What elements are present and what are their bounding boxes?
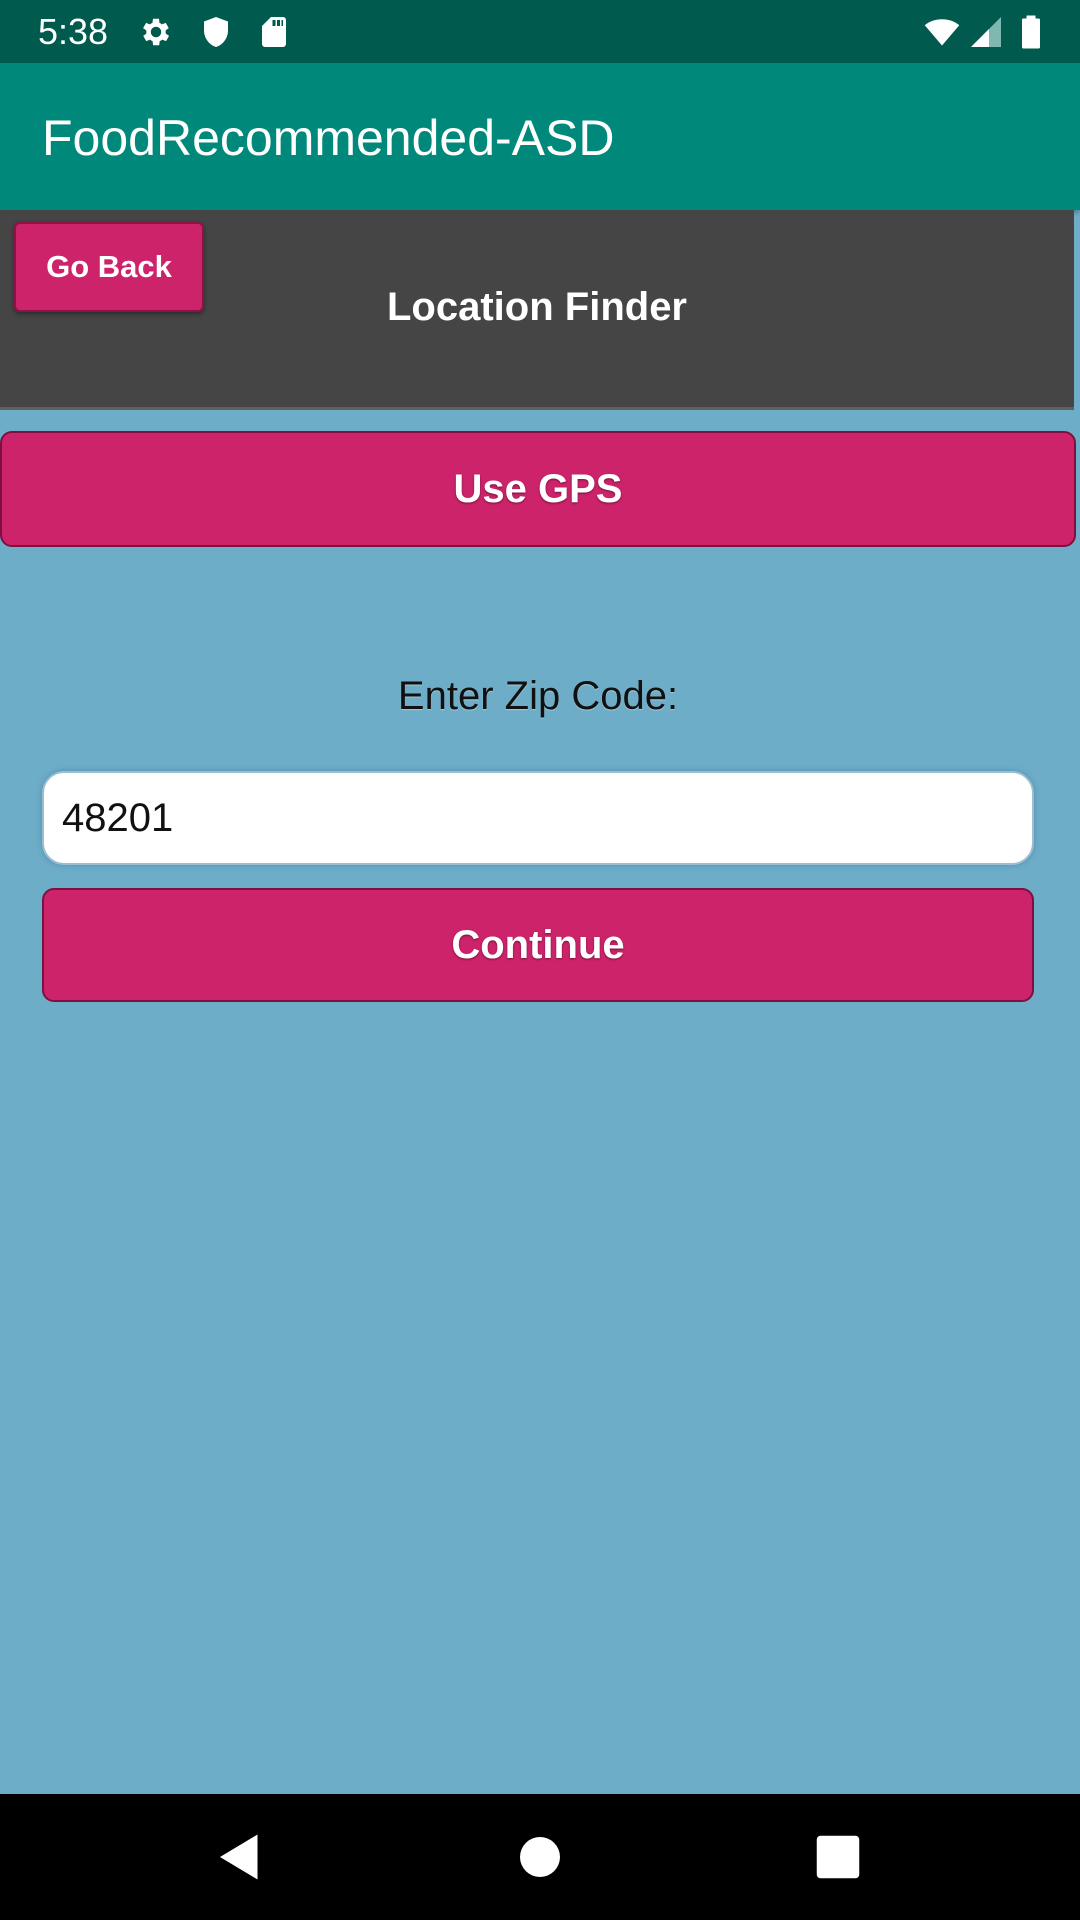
- home-icon[interactable]: [510, 1827, 570, 1887]
- zip-code-value: 48201: [62, 795, 174, 840]
- zip-code-label: Enter Zip Code:: [397, 674, 679, 718]
- status-bar: 5:38: [0, 0, 1080, 63]
- navigation-bar: [0, 1794, 1080, 1920]
- back-icon[interactable]: [210, 1827, 270, 1887]
- screen: 5:38 FoodRecommended-ASD Location Finder…: [0, 0, 1080, 1920]
- app-bar: FoodRecommended-ASD: [0, 63, 1080, 210]
- go-back-button[interactable]: Go Back: [14, 222, 204, 312]
- zip-code-input[interactable]: 48201: [42, 771, 1034, 865]
- wifi-icon: [920, 14, 964, 50]
- battery-icon: [1014, 14, 1048, 50]
- shield-icon: [198, 14, 234, 50]
- cell-signal-icon: [968, 14, 1004, 50]
- app-title: FoodRecommended-ASD: [42, 110, 615, 166]
- use-gps-button[interactable]: Use GPS: [0, 431, 1076, 547]
- recents-icon[interactable]: [808, 1827, 868, 1887]
- gear-icon: [138, 14, 174, 50]
- header-panel: Location Finder Go Back: [0, 210, 1074, 410]
- sd-card-icon: [256, 14, 292, 50]
- status-time: 5:38: [38, 11, 109, 52]
- continue-button[interactable]: Continue: [42, 888, 1034, 1002]
